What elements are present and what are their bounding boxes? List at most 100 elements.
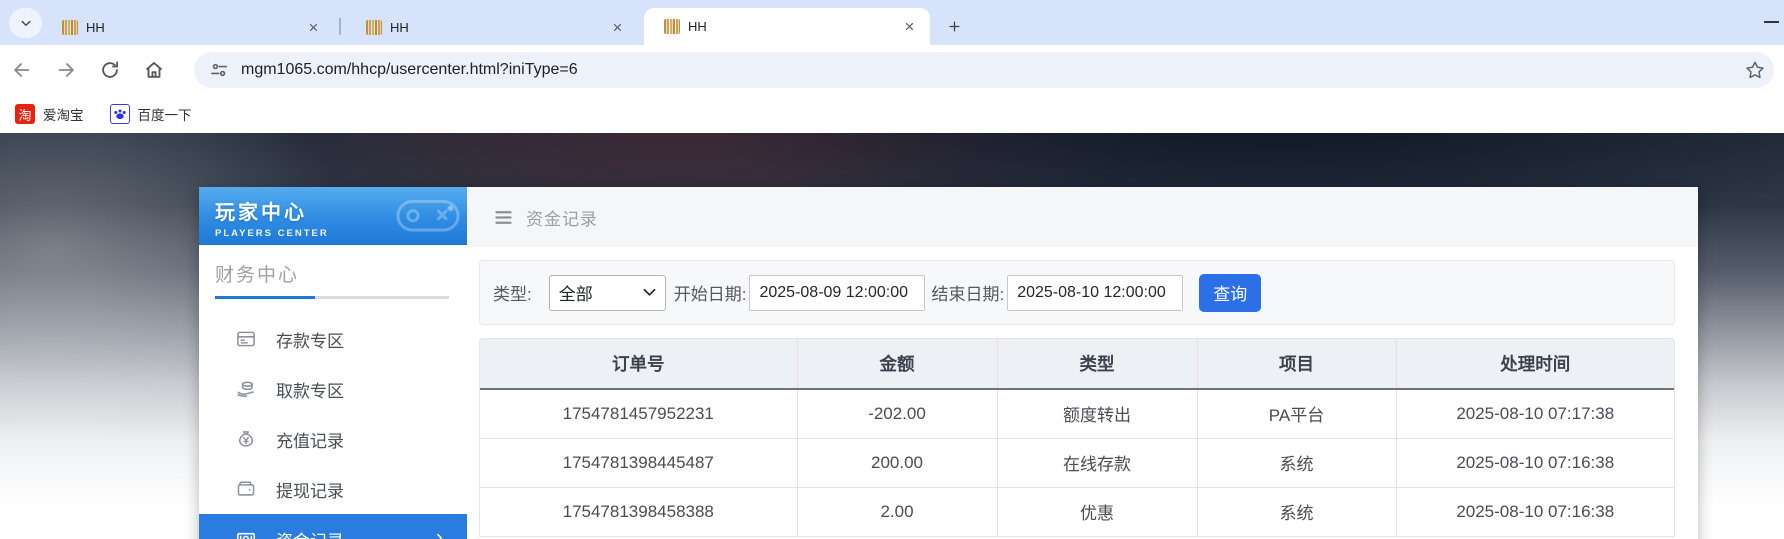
cell-amount: -202.00 xyxy=(796,389,997,438)
start-date-input[interactable] xyxy=(749,274,926,311)
forward-arrow-icon xyxy=(58,63,74,77)
sidebar-item-label: 资金记录 xyxy=(276,527,344,539)
plus-icon xyxy=(949,21,959,31)
bookmark-item[interactable]: 淘 爱淘宝 xyxy=(15,104,84,124)
sidebar-item-label: 存款专区 xyxy=(276,331,344,351)
sidebar-item-withdrawal-record[interactable]: 提现记录 xyxy=(199,464,467,514)
tab-search-button[interactable] xyxy=(9,8,42,38)
recharge-record-icon xyxy=(235,428,257,450)
tab-title: HH xyxy=(86,19,105,35)
bookmark-favicon-icon xyxy=(109,104,130,124)
type-label: 类型: xyxy=(493,285,532,304)
section-underline xyxy=(215,296,449,299)
select-chevron-icon xyxy=(643,288,656,296)
column-header: 项目 xyxy=(1196,339,1396,390)
cell-order-no: 1754781398458388 xyxy=(480,486,797,536)
table-body: 1754781457952231 -202.00 额度转出 PA平台 2025-… xyxy=(480,389,1674,536)
main-header: 资金记录 xyxy=(467,187,1698,247)
home-button[interactable] xyxy=(142,58,166,82)
column-header: 订单号 xyxy=(480,339,797,390)
sidebar-menu: 存款专区 取款专区 充值记录 提现记录 资金记录 › xyxy=(199,314,467,539)
sidebar-item-recharge-record[interactable]: 充值记录 xyxy=(199,414,467,464)
cell-time: 2025-08-10 07:16:38 xyxy=(1395,437,1674,487)
cell-order-no: 1754781457952231 xyxy=(480,389,797,438)
tab-divider xyxy=(339,18,341,35)
withdrawal-record-icon xyxy=(235,478,257,500)
sidebar-item-withdraw[interactable]: 取款专区 xyxy=(199,364,467,414)
type-select[interactable]: 全部 xyxy=(548,274,666,311)
cell-item: 系统 xyxy=(1196,486,1396,536)
back-button[interactable] xyxy=(10,58,34,82)
main-content: 资金记录 类型: 全部 开始日期: 结束日期: 查询 xyxy=(467,187,1698,539)
menu-toggle-icon[interactable] xyxy=(493,207,514,228)
tab-strip-tabs: HH HH HH xyxy=(42,0,930,45)
site-favicon-icon xyxy=(62,19,78,35)
end-date-input[interactable] xyxy=(1007,274,1184,311)
site-info-icon[interactable] xyxy=(210,61,228,79)
browser-tab[interactable]: HH xyxy=(644,8,930,45)
cell-item: PA平台 xyxy=(1196,389,1396,438)
table-header-row: 订单号 金额 类型 项目 处理时间 xyxy=(480,339,1674,390)
tab-close-icon[interactable] xyxy=(305,19,322,36)
address-bar[interactable]: mgm1065.com/hhcp/usercenter.html?iniType… xyxy=(194,52,1774,88)
column-header: 类型 xyxy=(996,339,1197,390)
type-select-value: 全部 xyxy=(558,285,593,304)
site-favicon-icon xyxy=(366,19,382,35)
back-arrow-icon xyxy=(14,63,30,77)
bookmark-favicon-icon: 淘 xyxy=(15,104,35,124)
cell-order-no: 1754781398445487 xyxy=(480,437,797,487)
baidu-paw-icon xyxy=(109,104,130,124)
site-favicon-icon xyxy=(664,19,680,34)
page-title: 资金记录 xyxy=(526,209,598,229)
bookmark-item[interactable]: 百度一下 xyxy=(109,104,192,124)
sidebar-item-funds-record[interactable]: 资金记录 › xyxy=(199,514,467,539)
taobao-icon: 淘 xyxy=(15,104,35,124)
table-row: 1754781457952231 -202.00 额度转出 PA平台 2025-… xyxy=(480,389,1674,438)
bookmarks-bar: 淘 爱淘宝 百度一下 xyxy=(0,95,1784,133)
content-panel: 玩家中心 PLAYERS CENTER 财务中心 存款专区 取款专区 充值记录 … xyxy=(199,187,1698,539)
table-row: 1754781398445487 200.00 在线存款 系统 2025-08-… xyxy=(480,437,1674,487)
cell-item: 系统 xyxy=(1196,437,1396,487)
sidebar-item-label: 取款专区 xyxy=(276,381,344,401)
new-tab-button[interactable] xyxy=(940,12,968,40)
sidebar-item-label: 充值记录 xyxy=(276,431,344,451)
cell-amount: 200.00 xyxy=(796,437,997,487)
tab-title: HH xyxy=(390,19,409,35)
tab-strip: HH HH HH xyxy=(0,0,1784,45)
withdraw-icon xyxy=(235,378,257,400)
cell-type: 额度转出 xyxy=(996,389,1197,438)
chevron-right-icon: › xyxy=(436,526,443,539)
cell-type: 优惠 xyxy=(996,486,1197,536)
sidebar: 玩家中心 PLAYERS CENTER 财务中心 存款专区 取款专区 充值记录 … xyxy=(199,187,467,539)
forward-button[interactable] xyxy=(54,58,78,82)
bookmark-label: 爱淘宝 xyxy=(43,108,84,123)
url-text[interactable]: mgm1065.com/hhcp/usercenter.html?iniType… xyxy=(241,61,1731,79)
reload-button[interactable] xyxy=(98,58,122,82)
funds-record-icon xyxy=(235,528,257,539)
sidebar-section-title: 财务中心 xyxy=(215,265,300,286)
window-minimize-button[interactable] xyxy=(1764,21,1779,23)
gamepad-icon xyxy=(396,200,460,232)
filter-bar: 类型: 全部 开始日期: 结束日期: 查询 xyxy=(479,260,1675,325)
column-header: 金额 xyxy=(796,339,997,390)
main-body: 类型: 全部 开始日期: 结束日期: 查询 订单号金额类型项目处理时间 xyxy=(467,247,1698,537)
sidebar-item-deposit[interactable]: 存款专区 xyxy=(199,314,467,364)
page-background: 玩家中心 PLAYERS CENTER 财务中心 存款专区 取款专区 充值记录 … xyxy=(0,133,1784,539)
browser-toolbar: mgm1065.com/hhcp/usercenter.html?iniType… xyxy=(0,45,1784,95)
cell-time: 2025-08-10 07:17:38 xyxy=(1395,389,1674,438)
players-center-banner: 玩家中心 PLAYERS CENTER xyxy=(199,187,467,245)
search-button[interactable]: 查询 xyxy=(1199,273,1262,312)
start-date-label: 开始日期: xyxy=(673,285,747,304)
chevron-down-icon xyxy=(21,20,30,26)
tab-close-icon[interactable] xyxy=(609,19,626,36)
tab-close-icon[interactable] xyxy=(901,18,918,35)
bookmark-star-icon[interactable] xyxy=(1744,59,1766,81)
deposit-icon xyxy=(235,328,257,350)
cell-type: 在线存款 xyxy=(996,437,1197,487)
home-icon xyxy=(145,62,163,78)
tab-title: HH xyxy=(688,19,707,34)
browser-tab[interactable]: HH xyxy=(346,9,638,45)
browser-tab[interactable]: HH xyxy=(42,9,334,45)
sidebar-item-label: 提现记录 xyxy=(276,481,344,501)
bookmark-label: 百度一下 xyxy=(137,108,192,123)
